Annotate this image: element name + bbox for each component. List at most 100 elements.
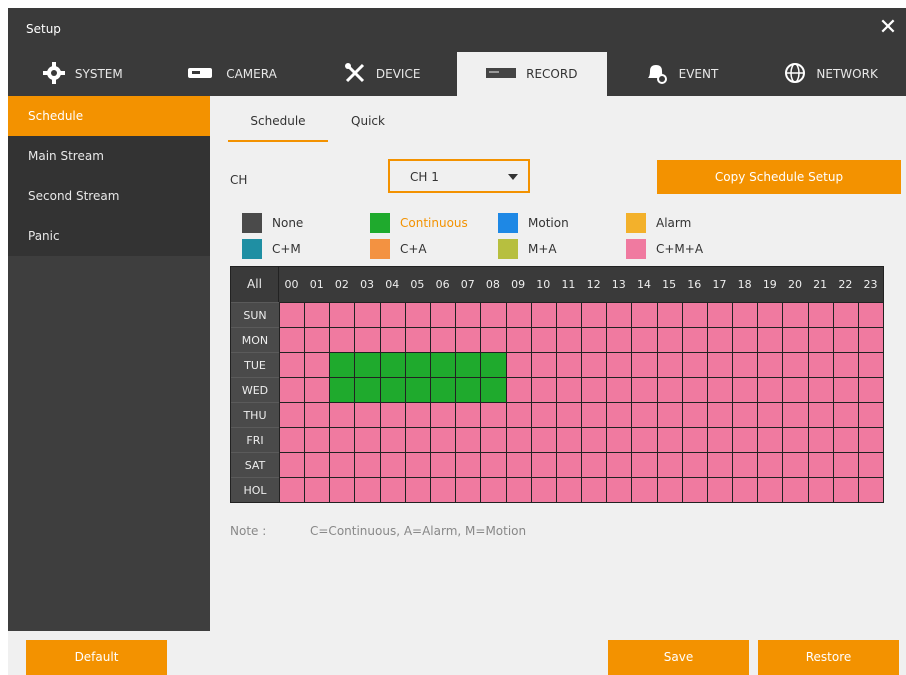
schedule-cell[interactable]	[304, 452, 330, 477]
hour-header-12[interactable]: 12	[581, 267, 607, 302]
schedule-cell[interactable]	[404, 402, 430, 427]
schedule-cell[interactable]	[782, 377, 808, 402]
schedule-cell[interactable]	[757, 477, 783, 502]
schedule-cell[interactable]	[278, 477, 305, 502]
schedule-cell[interactable]	[278, 377, 305, 402]
schedule-cell[interactable]	[832, 352, 858, 377]
schedule-cell[interactable]	[857, 402, 884, 427]
schedule-cell[interactable]	[706, 352, 733, 377]
schedule-cell[interactable]	[706, 327, 733, 352]
schedule-cell[interactable]	[379, 402, 405, 427]
schedule-cell[interactable]	[555, 477, 582, 502]
schedule-cell[interactable]	[656, 402, 682, 427]
schedule-cell[interactable]	[480, 327, 506, 352]
schedule-cell[interactable]	[606, 402, 632, 427]
schedule-cell[interactable]	[530, 302, 556, 327]
schedule-cell[interactable]	[581, 352, 607, 377]
hour-header-21[interactable]: 21	[807, 267, 833, 302]
schedule-cell[interactable]	[455, 377, 481, 402]
schedule-cell[interactable]	[782, 327, 808, 352]
schedule-cell[interactable]	[807, 302, 833, 327]
sidebar-item-main-stream[interactable]: Main Stream	[8, 136, 210, 176]
schedule-cell[interactable]	[354, 427, 380, 452]
subtab-quick[interactable]: Quick	[328, 106, 408, 142]
schedule-cell[interactable]	[706, 402, 733, 427]
schedule-cell[interactable]	[656, 327, 682, 352]
schedule-cell[interactable]	[631, 352, 657, 377]
schedule-cell[interactable]	[379, 352, 405, 377]
day-label-tue[interactable]: TUE	[231, 352, 279, 377]
subtab-schedule[interactable]: Schedule	[228, 106, 328, 142]
select-all-button[interactable]: All	[231, 267, 279, 302]
schedule-cell[interactable]	[530, 427, 556, 452]
schedule-cell[interactable]	[757, 452, 783, 477]
schedule-cell[interactable]	[857, 352, 884, 377]
schedule-cell[interactable]	[832, 477, 858, 502]
schedule-cell[interactable]	[757, 402, 783, 427]
schedule-cell[interactable]	[304, 352, 330, 377]
schedule-cell[interactable]	[404, 427, 430, 452]
hour-header-03[interactable]: 03	[354, 267, 380, 302]
schedule-cell[interactable]	[681, 427, 707, 452]
schedule-cell[interactable]	[581, 452, 607, 477]
schedule-cell[interactable]	[732, 477, 758, 502]
copy-schedule-setup-button[interactable]: Copy Schedule Setup	[657, 160, 901, 194]
schedule-cell[interactable]	[329, 302, 355, 327]
tab-network[interactable]: NETWORK	[756, 52, 906, 96]
schedule-cell[interactable]	[606, 327, 632, 352]
day-label-fri[interactable]: FRI	[231, 427, 279, 452]
schedule-cell[interactable]	[505, 302, 531, 327]
schedule-cell[interactable]	[354, 377, 380, 402]
schedule-cell[interactable]	[631, 377, 657, 402]
close-icon[interactable]: ✕	[878, 17, 898, 39]
schedule-cell[interactable]	[530, 352, 556, 377]
day-label-sun[interactable]: SUN	[231, 302, 279, 327]
schedule-cell[interactable]	[379, 377, 405, 402]
schedule-cell[interactable]	[782, 402, 808, 427]
schedule-cell[interactable]	[329, 452, 355, 477]
sidebar-item-panic[interactable]: Panic	[8, 216, 210, 256]
schedule-cell[interactable]	[329, 402, 355, 427]
schedule-cell[interactable]	[505, 477, 531, 502]
schedule-cell[interactable]	[354, 302, 380, 327]
schedule-cell[interactable]	[430, 327, 456, 352]
restore-button[interactable]: Restore	[758, 640, 899, 675]
schedule-cell[interactable]	[480, 477, 506, 502]
schedule-cell[interactable]	[656, 427, 682, 452]
schedule-cell[interactable]	[354, 327, 380, 352]
schedule-cell[interactable]	[656, 452, 682, 477]
schedule-cell[interactable]	[555, 427, 582, 452]
schedule-cell[interactable]	[455, 302, 481, 327]
schedule-cell[interactable]	[706, 427, 733, 452]
schedule-cell[interactable]	[278, 302, 305, 327]
schedule-cell[interactable]	[857, 427, 884, 452]
schedule-cell[interactable]	[631, 452, 657, 477]
schedule-cell[interactable]	[455, 452, 481, 477]
schedule-cell[interactable]	[329, 327, 355, 352]
schedule-cell[interactable]	[278, 327, 305, 352]
hour-header-22[interactable]: 22	[832, 267, 858, 302]
hour-header-19[interactable]: 19	[757, 267, 783, 302]
hour-header-06[interactable]: 06	[430, 267, 456, 302]
schedule-cell[interactable]	[782, 427, 808, 452]
hour-header-09[interactable]: 09	[505, 267, 531, 302]
schedule-cell[interactable]	[530, 377, 556, 402]
schedule-cell[interactable]	[505, 427, 531, 452]
schedule-cell[interactable]	[555, 352, 582, 377]
schedule-cell[interactable]	[530, 402, 556, 427]
schedule-cell[interactable]	[430, 402, 456, 427]
schedule-cell[interactable]	[430, 302, 456, 327]
schedule-cell[interactable]	[656, 302, 682, 327]
schedule-cell[interactable]	[480, 427, 506, 452]
hour-header-15[interactable]: 15	[656, 267, 682, 302]
hour-header-07[interactable]: 07	[455, 267, 481, 302]
schedule-cell[interactable]	[505, 402, 531, 427]
schedule-cell[interactable]	[807, 352, 833, 377]
tab-device[interactable]: DEVICE	[307, 52, 457, 96]
schedule-cell[interactable]	[530, 327, 556, 352]
schedule-cell[interactable]	[807, 427, 833, 452]
schedule-cell[interactable]	[832, 302, 858, 327]
schedule-cell[interactable]	[606, 452, 632, 477]
default-button[interactable]: Default	[26, 640, 167, 675]
tab-camera[interactable]: CAMERA	[158, 52, 308, 96]
